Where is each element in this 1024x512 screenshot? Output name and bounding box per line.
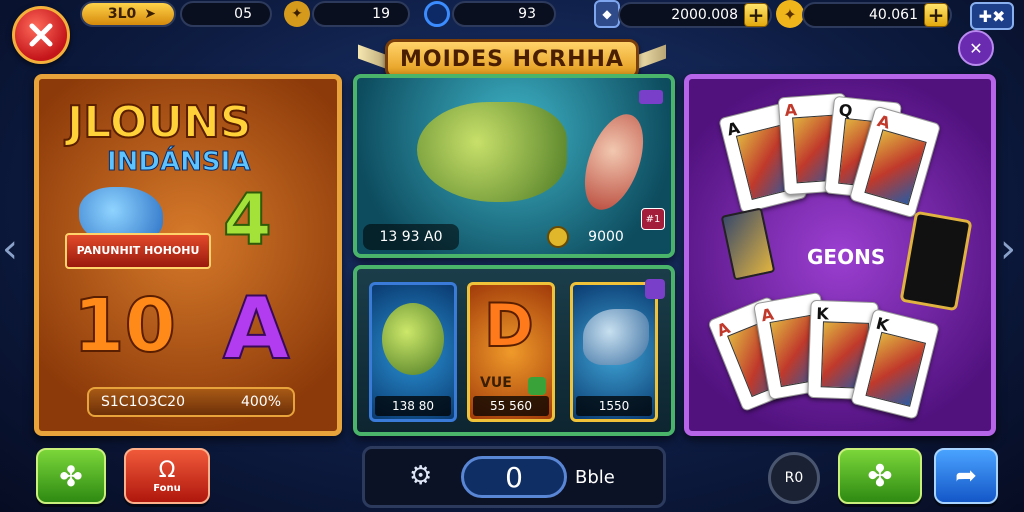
card-game-panel[interactable]: A A Q A GEONS A A K K [684,74,996,436]
small-fish-icon [573,106,655,218]
card-game-label: GEONS [807,245,886,269]
slot-game-panel[interactable]: JLOUNS INDÁNSIA PANUNHIT HOHOHU 4 10 A S… [34,74,342,436]
add-currency-2-button[interactable]: + [924,3,948,27]
stat-pill-1: 3L0 ➤ [80,1,176,27]
coin-icon [547,226,569,248]
stat-1-value: 3L0 [107,6,137,22]
tools-icon: ✚✖ [978,6,1006,26]
slot-2-title: VUE [480,375,512,391]
settings-button[interactable]: ✚✖ [970,2,1014,30]
red-number: 10 [72,282,177,370]
mini-games-panel: 138 80 D VUE 55 560 1550 [353,265,675,436]
game-title-banner: MOIDES HCRHHA [385,39,639,79]
ring-icon [424,1,450,27]
gear-icon: ⚙ [409,461,433,491]
red-button-label: Fonu [153,483,181,494]
panel-title-line1: JLOUNS [66,96,252,149]
slot-letter-d: D [483,290,535,362]
stat-2-value: 05 [234,6,252,22]
card-back-left [720,207,776,281]
mini-game-letter[interactable]: D VUE 55 560 [467,282,555,422]
gem-icon: ◆ [594,0,620,28]
bet-bar: ⚙ 0 Bble [362,446,666,508]
bass-icon [382,303,444,375]
fish-left-value: 13 93 A0 [363,224,459,250]
menu-button[interactable]: ✕ [958,30,994,66]
x-icon: ✕ [969,38,983,58]
banner-wing-right [636,44,666,70]
stat-pill-4: 93 [452,1,556,27]
mini-game-fish[interactable]: 138 80 [369,282,457,422]
ribbon-label: PANUNHIT HOHOHU [65,233,211,269]
bet-bar-text: Bble [575,467,615,488]
green-number: 4 [222,178,273,262]
green-action-button[interactable]: ✤ [838,448,922,504]
stat-pill-3: 19 [312,1,410,27]
next-arrow-button[interactable]: › [1000,226,1024,286]
card-back-right [899,210,973,312]
stat-pill-2: 05 [180,1,272,27]
panel-title-line2: INDÁNSIA [106,147,251,178]
arrow-icon: ➤ [144,6,156,22]
coin-icon: ✦ [284,1,310,27]
counter-field[interactable]: 0 [461,456,567,498]
green-puzzle-button[interactable]: ✤ [36,448,106,504]
panel-footer: S1C1O3C20 400% [87,387,295,417]
puzzle-piece-icon: ✤ [867,458,893,494]
prev-arrow-button[interactable]: ‹ [2,226,26,286]
close-button[interactable] [12,6,70,64]
fishing-game-panel[interactable]: #1 13 93 A0 9000 [353,74,675,258]
round-button[interactable]: R0 [768,452,820,504]
shark-icon [583,309,649,365]
close-icon [29,23,53,47]
banner-wing-left [358,44,388,70]
gold-coin-icon: ✦ [776,0,804,28]
footer-right: 400% [240,394,281,410]
fish-right-value: 9000 [588,229,624,245]
check-icon [528,377,546,395]
game-title: MOIDES HCRHHA [400,46,624,72]
add-currency-1-button[interactable]: + [744,3,768,27]
arrow-share-icon: ➦ [955,461,977,491]
big-fish-icon [417,102,567,202]
purple-tag-2 [645,279,665,299]
puzzle-icon: ✤ [59,459,83,493]
red-button[interactable]: Ω Fonu [124,448,210,504]
mini-game-shark[interactable]: 1550 [570,282,658,422]
horseshoe-icon: Ω [158,458,176,483]
purple-letter: A [222,278,291,380]
purple-tag [639,90,663,104]
blue-share-button[interactable]: ➦ [934,448,998,504]
stat-4-value: 93 [518,6,536,22]
slot-2-label: 55 560 [473,396,549,416]
currency-1-value: 2000.008 [671,7,738,23]
currency-2-value: 40.061 [869,7,918,23]
slot-3-label: 1550 [576,396,652,416]
fish-badge: #1 [641,208,665,230]
footer-left: S1C1O3C20 [101,394,185,410]
slot-1-label: 138 80 [375,396,451,416]
stat-3-value: 19 [372,6,390,22]
round-label: R0 [784,470,804,486]
